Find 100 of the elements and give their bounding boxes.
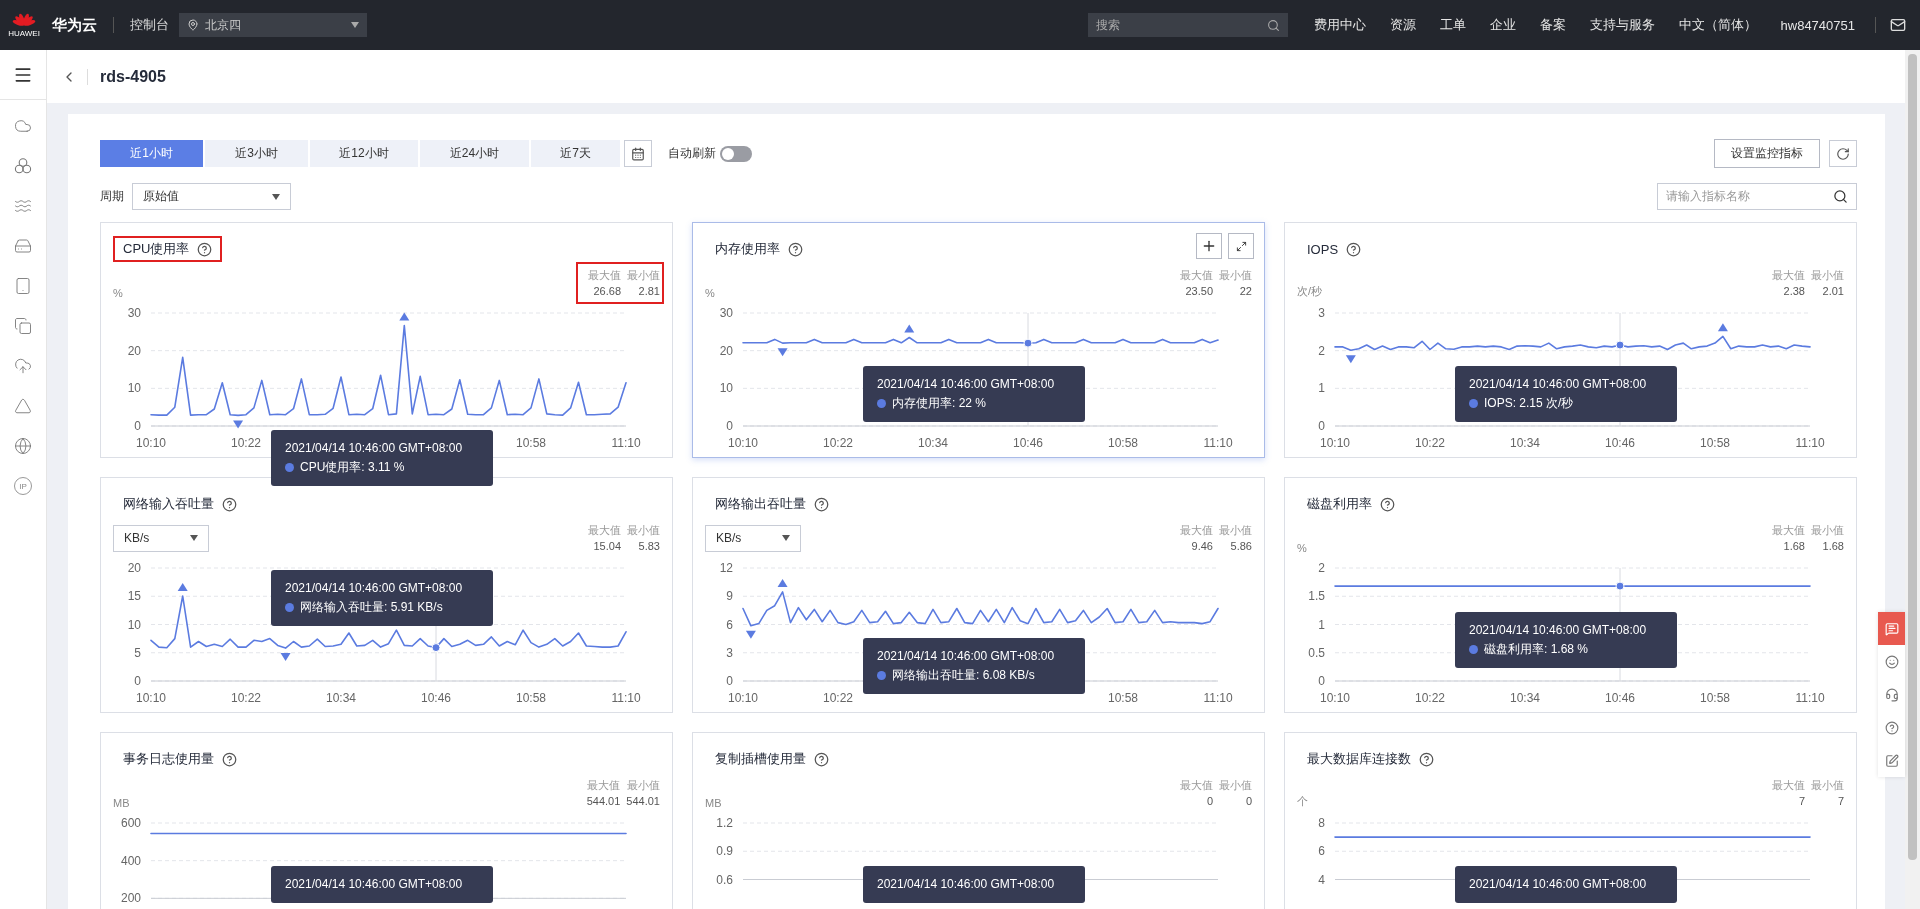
time-range-tab[interactable]: 近3小时: [205, 140, 308, 167]
y-tick-label: 15: [127, 589, 141, 604]
time-range-tab[interactable]: 近12小时: [310, 140, 418, 167]
add-button[interactable]: [1196, 233, 1222, 259]
chart-title: IOPS: [1307, 241, 1339, 257]
float-tool-button[interactable]: [1878, 645, 1905, 678]
min-marker-icon: [1345, 355, 1356, 364]
tooltip-time: 2021/04/14 10:46:00 GMT+08:00: [877, 376, 1056, 393]
plus-icon: [1201, 238, 1217, 254]
unit-select[interactable]: KB/s: [113, 524, 209, 552]
x-tick-label: 11:10: [1795, 436, 1825, 450]
globe-icon[interactable]: [14, 437, 32, 455]
nav-link[interactable]: 中文（简体）: [1666, 16, 1769, 34]
cloud-icon[interactable]: [14, 117, 32, 135]
hover-point: [1023, 338, 1033, 348]
scrollbar[interactable]: [1905, 50, 1920, 909]
unit-select[interactable]: KB/s: [705, 524, 801, 552]
chart-title: 网络输入吞吐量: [123, 495, 214, 513]
tablet-icon[interactable]: [14, 277, 32, 295]
drive-icon[interactable]: [14, 237, 32, 255]
time-range-tab[interactable]: 近24小时: [420, 140, 529, 167]
expand-button[interactable]: [1228, 233, 1254, 259]
y-tick-label: 1.5: [1308, 589, 1325, 604]
period-select[interactable]: 原始值: [132, 183, 291, 210]
x-tick-label: 11:10: [611, 691, 641, 705]
nav-link[interactable]: 费用中心: [1301, 16, 1378, 34]
stat-value: 544.01: [586, 794, 621, 809]
y-tick-label: 4: [1318, 872, 1325, 887]
help-icon[interactable]: [814, 496, 829, 512]
nav-link[interactable]: 支持与服务: [1577, 16, 1667, 34]
help-icon[interactable]: [788, 241, 803, 257]
nav-link[interactable]: 资源: [1377, 16, 1428, 34]
y-tick-label: 20: [719, 343, 733, 358]
copy-icon[interactable]: [14, 317, 32, 335]
y-tick-label: 30: [127, 306, 141, 320]
console-link[interactable]: 控制台: [130, 16, 169, 34]
unit-label: %: [113, 287, 123, 299]
chart-title: 事务日志使用量: [123, 750, 214, 768]
help-icon[interactable]: [222, 751, 237, 767]
search-field[interactable]: 搜索: [1087, 13, 1288, 37]
x-tick-label: 10:10: [728, 691, 758, 705]
mail-icon[interactable]: [1890, 17, 1906, 33]
scrollbar-thumb[interactable]: [1908, 54, 1917, 860]
help-icon[interactable]: [814, 751, 829, 767]
smile-icon: [1884, 654, 1899, 669]
y-tick-label: 10: [127, 381, 141, 396]
x-tick-label: 10:58: [1700, 691, 1730, 705]
nav-link[interactable]: 企业: [1477, 16, 1528, 34]
x-tick-label: 10:58: [1700, 436, 1730, 450]
y-tick-label: 0: [134, 674, 141, 688]
region-select[interactable]: 北京四: [179, 13, 367, 37]
x-tick-label: 11:10: [1203, 691, 1233, 705]
nav-link[interactable]: 备案: [1527, 16, 1578, 34]
help-icon[interactable]: [1380, 496, 1395, 512]
y-tick-label: 600: [120, 816, 141, 830]
calendar-icon: [631, 146, 645, 161]
calendar-button[interactable]: [624, 140, 652, 167]
stat-label: 最大值: [588, 268, 621, 283]
time-range-tab[interactable]: 近1小时: [100, 140, 203, 167]
y-tick-label: 2: [1318, 561, 1325, 575]
auto-refresh-toggle[interactable]: [720, 145, 752, 162]
stat-label: 最小值: [1219, 778, 1252, 793]
settings-button[interactable]: 设置监控指标: [1714, 139, 1820, 168]
tooltip-time: 2021/04/14 10:46:00 GMT+08:00: [877, 876, 1056, 893]
refresh-button[interactable]: [1829, 140, 1857, 167]
x-tick-label: 10:46: [421, 691, 451, 705]
brand-name[interactable]: 华为云: [52, 15, 97, 35]
float-tool-button[interactable]: [1878, 744, 1905, 777]
stat-value: 544.01: [626, 794, 660, 809]
stat-value: 1.68: [1783, 539, 1805, 554]
triangle-icon[interactable]: [14, 397, 32, 415]
stat-value: 2.81: [638, 284, 660, 299]
chart-title: 最大数据库连接数: [1307, 750, 1411, 768]
auto-refresh-label: 自动刷新: [668, 145, 716, 162]
waves-icon[interactable]: [14, 197, 32, 215]
y-tick-label: 0: [726, 674, 733, 688]
x-tick-label: 10:58: [516, 436, 546, 450]
circles-icon[interactable]: [14, 157, 32, 175]
cloud-upload-icon[interactable]: [14, 357, 32, 375]
nav-link[interactable]: 工单: [1427, 16, 1478, 34]
y-tick-label: 20: [127, 343, 141, 358]
caret-icon: [190, 535, 198, 541]
region-name: 北京四: [205, 16, 242, 34]
x-tick-label: 10:34: [918, 436, 948, 450]
time-range-tab[interactable]: 近7天: [531, 140, 620, 167]
page-title: rds-4905: [87, 68, 166, 85]
x-tick-label: 10:22: [231, 436, 261, 450]
stat-value: 5.83: [638, 539, 660, 554]
max-marker-icon: [904, 324, 915, 333]
help-icon[interactable]: [1346, 241, 1362, 257]
help-icon[interactable]: [1419, 751, 1434, 767]
float-tool-button[interactable]: [1878, 612, 1905, 645]
help-icon[interactable]: [197, 241, 213, 257]
stat-label: 最小值: [1219, 268, 1252, 283]
help-icon[interactable]: [222, 496, 237, 512]
tooltip-time: 2021/04/14 10:46:00 GMT+08:00: [1469, 376, 1648, 393]
headset-icon: [1884, 687, 1899, 702]
y-tick-label: 12: [719, 561, 733, 575]
unit-label: %: [705, 287, 715, 299]
nav-link[interactable]: hw84740751: [1768, 17, 1867, 33]
